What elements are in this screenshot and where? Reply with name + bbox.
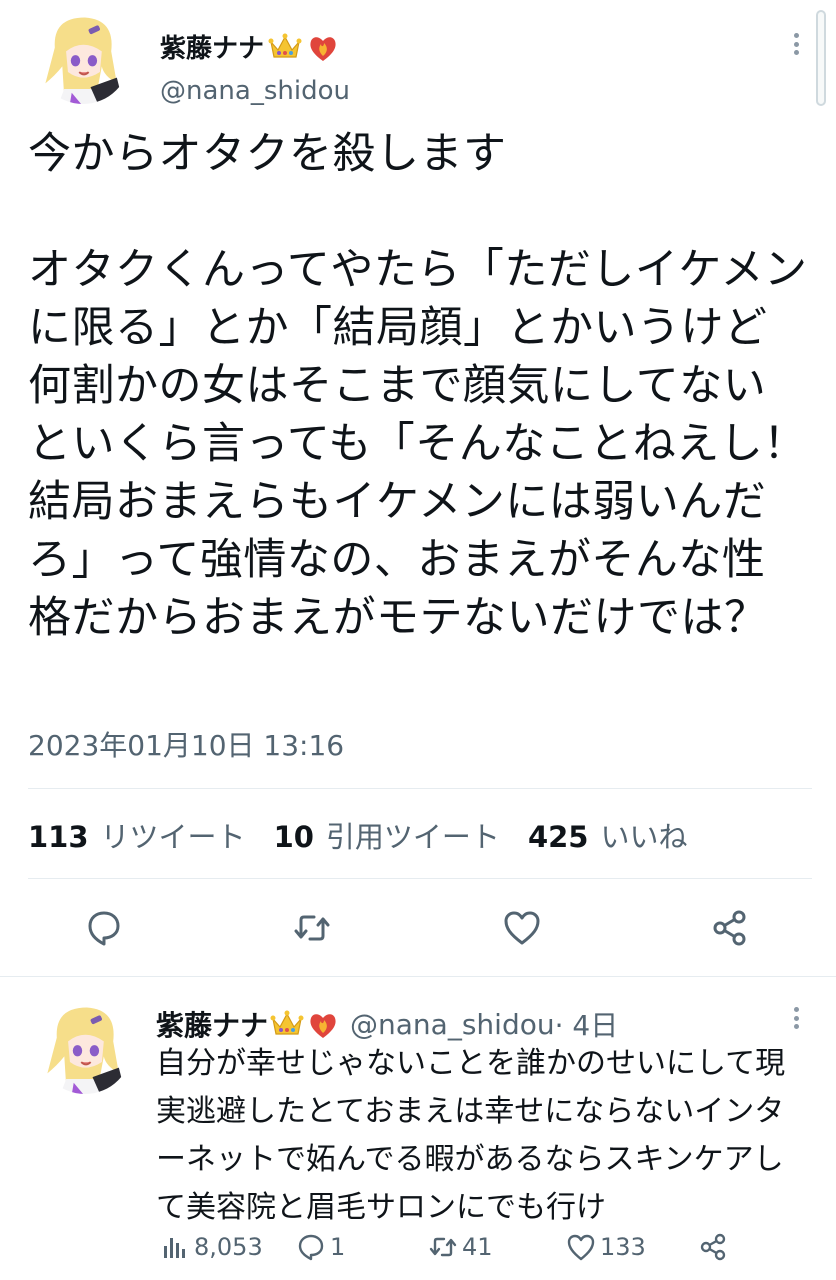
share-icon: [700, 1233, 726, 1261]
tweet-timestamp[interactable]: 2023年01月10日 13:16: [28, 724, 344, 764]
retweet-count: 41: [462, 1233, 493, 1261]
like-metric[interactable]: 133: [566, 1232, 646, 1262]
reply-metric[interactable]: 1: [296, 1232, 345, 1262]
retweet-icon: [429, 1237, 457, 1257]
more-options-icon[interactable]: [786, 1004, 806, 1032]
display-name-text[interactable]: 紫藤ナナ: [160, 28, 264, 65]
user-handle[interactable]: @nana_shidou: [160, 76, 350, 106]
avatar[interactable]: [38, 1000, 132, 1094]
divider: [0, 976, 836, 977]
dot: [793, 41, 799, 47]
views-metric[interactable]: 8,053: [160, 1232, 263, 1262]
avatar[interactable]: [36, 10, 130, 104]
views-count: 8,053: [194, 1233, 263, 1261]
fire-heart-icon: [306, 1009, 340, 1039]
engagement-stats: 113 リツイート 10 引用ツイート 425 いいね: [28, 814, 716, 856]
relative-time[interactable]: · 4日: [555, 1004, 619, 1044]
like-label[interactable]: いいね: [600, 814, 687, 856]
quote-label[interactable]: 引用ツイート: [326, 814, 500, 856]
retweet-count[interactable]: 113: [28, 820, 89, 854]
dot: [793, 1015, 799, 1021]
reply-text: 自分が幸せじゃないことを誰かのせいにして現実逃避したとておまえは幸せにならないイ…: [156, 1046, 786, 1225]
reply-icon[interactable]: [84, 908, 124, 948]
fire-heart-icon: [306, 32, 340, 62]
dot: [793, 1024, 799, 1029]
like-icon: [567, 1234, 595, 1261]
crown-emoji-icon: [268, 32, 302, 62]
reply-count: 1: [330, 1233, 346, 1261]
display-name[interactable]: 紫藤ナナ: [160, 28, 340, 65]
user-handle[interactable]: @nana_shidou: [350, 1008, 555, 1041]
share-icon[interactable]: [710, 908, 750, 948]
reply-header: 紫藤ナナ @nana_shidou · 4日: [156, 1004, 618, 1044]
crown-emoji-icon: [270, 1009, 304, 1039]
views-icon: [164, 1238, 185, 1258]
dot: [793, 33, 799, 38]
display-name[interactable]: 紫藤ナナ: [156, 1004, 268, 1044]
retweet-metric[interactable]: 41: [428, 1232, 493, 1262]
retweet-icon[interactable]: [292, 908, 332, 948]
divider: [28, 878, 812, 879]
like-count[interactable]: 425: [528, 820, 589, 854]
dot: [793, 50, 799, 55]
quote-count[interactable]: 10: [274, 820, 314, 854]
reply-icon: [298, 1234, 324, 1261]
retweet-label[interactable]: リツイート: [101, 814, 246, 856]
dot: [793, 1007, 799, 1012]
like-count: 133: [600, 1233, 646, 1261]
divider: [28, 788, 812, 789]
more-options-icon[interactable]: [786, 30, 806, 58]
tweet-text: 今からオタクを殺します オタクくんってやたら「ただしイケメンに限る」とか「結局顔…: [28, 129, 808, 643]
like-icon[interactable]: [502, 908, 542, 948]
share-metric[interactable]: [698, 1232, 732, 1262]
scrollbar[interactable]: [816, 10, 826, 106]
